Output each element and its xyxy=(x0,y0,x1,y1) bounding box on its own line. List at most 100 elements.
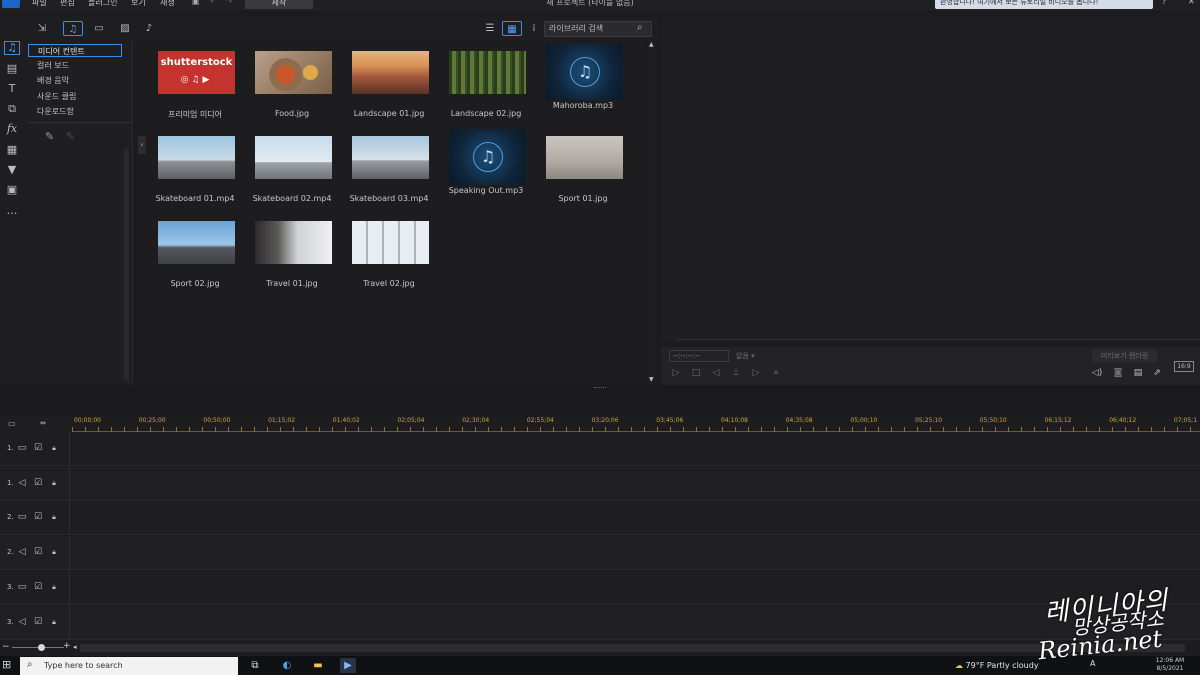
zoom-out-icon[interactable]: − xyxy=(2,642,10,652)
collapse-panel-icon[interactable]: ‹ xyxy=(138,136,146,154)
media-item-skateboard-01[interactable]: Skateboard 01.mp4 xyxy=(155,133,235,213)
title-room-icon[interactable]: T xyxy=(5,83,19,95)
pip-room-icon[interactable]: ▦ xyxy=(5,144,19,156)
lock-icon[interactable]: 🔒︎ xyxy=(49,582,59,592)
fit-timeline-icon[interactable]: ⇹ xyxy=(40,419,46,427)
fast-forward-icon[interactable]: » xyxy=(769,367,783,379)
tutorial-notice[interactable]: 환영합니다! 여기에서 보든 튜토리얼 비디오를 봅니다! xyxy=(935,0,1153,9)
lock-icon[interactable]: 🔒︎ xyxy=(49,512,59,522)
filter-audio-icon[interactable]: ♪ xyxy=(139,21,159,36)
media-item-travel-01[interactable]: Travel 01.jpg xyxy=(252,218,332,298)
small-grid-icon[interactable]: ⁞ xyxy=(524,21,544,36)
media-room-icon[interactable]: ♫ xyxy=(4,41,20,55)
category-sound-clips[interactable]: 사운드 클립 xyxy=(28,90,122,103)
tab-produce[interactable]: 제작 xyxy=(245,0,313,9)
timeline-scrollbar[interactable] xyxy=(80,644,1185,652)
library-search-input[interactable]: 라이브러리 검색 xyxy=(544,21,652,37)
track-enable-checkbox[interactable]: ☑ xyxy=(33,478,43,488)
more-icon[interactable]: … xyxy=(5,205,19,217)
transition-room-icon[interactable]: ⧉ xyxy=(5,103,19,115)
zoom-slider-handle[interactable] xyxy=(38,644,45,651)
fx-room-icon[interactable]: fx xyxy=(5,123,19,135)
timeline-track-2[interactable]: 1. ◁ ☑ 🔒︎ xyxy=(0,466,1200,501)
snapshot-icon[interactable]: ◙ xyxy=(1111,367,1125,379)
powerdirector-taskbar-icon[interactable]: ▶ xyxy=(340,658,356,673)
splitter-grip[interactable] xyxy=(594,387,606,389)
add-tag-icon[interactable]: ✎ xyxy=(45,130,54,143)
media-item-mahoroba[interactable]: ♫ Mahoroba.mp3 xyxy=(543,43,623,123)
track-manager-icon[interactable]: ▭ xyxy=(8,419,16,428)
split-icon[interactable]: ⊥ xyxy=(729,367,743,379)
track-enable-checkbox[interactable]: ☑ xyxy=(33,512,43,522)
media-item-landscape-02[interactable]: Landscape 02.jpg xyxy=(446,48,526,128)
scroll-down-icon[interactable]: ▼ xyxy=(649,376,654,383)
close-icon[interactable]: ✕ xyxy=(1188,0,1195,6)
media-item-skateboard-02[interactable]: Skateboard 02.mp4 xyxy=(252,133,332,213)
import-media-icon[interactable]: ⇲ xyxy=(32,21,52,36)
next-frame-icon[interactable]: ▷ xyxy=(749,367,763,379)
filter-image-icon[interactable]: ▨ xyxy=(115,21,135,36)
media-item-sport-02[interactable]: Sport 02.jpg xyxy=(155,218,235,298)
play-icon[interactable]: ▷ xyxy=(669,367,683,379)
media-item-travel-02[interactable]: Travel 02.jpg xyxy=(349,218,429,298)
aspect-ratio-select[interactable]: 16:9 xyxy=(1174,361,1194,372)
timeline-track-3[interactable]: 2. ▭ ☑ 🔒︎ xyxy=(0,501,1200,536)
grid-view-icon[interactable]: ▦ xyxy=(502,21,522,36)
media-item-landscape-01[interactable]: Landscape 01.jpg xyxy=(349,48,429,128)
category-downloads[interactable]: 다운로드함 xyxy=(28,105,122,118)
scroll-left-icon[interactable]: ◂ xyxy=(73,643,77,651)
search-icon[interactable]: ⌕ xyxy=(637,22,649,34)
scroll-up-icon[interactable]: ▲ xyxy=(649,41,654,48)
preview-scrubber[interactable] xyxy=(677,339,1200,340)
subtitle-room-icon[interactable]: ▣ xyxy=(5,184,19,196)
undock-icon[interactable]: ⇗ xyxy=(1150,367,1164,379)
library-scrollbar[interactable]: ▲ ▼ xyxy=(648,41,656,385)
media-item-speaking-out[interactable]: ♫ Speaking Out.mp3 xyxy=(446,128,526,208)
menu-edit[interactable]: 편집 xyxy=(60,0,75,8)
task-view-icon[interactable]: ⧉ xyxy=(247,658,263,673)
quality-select[interactable]: 없음 ▾ xyxy=(736,350,781,362)
timeline-track-4[interactable]: 2. ◁ ☑ 🔒︎ xyxy=(0,536,1200,571)
menu-plugins[interactable]: 플러그인 xyxy=(88,0,117,8)
subtitle-icon[interactable]: ▤ xyxy=(1131,367,1145,379)
timeline-ruler[interactable]: 00;00;00 00;25;00 00;50;00 01;15;02 01;40;02… xyxy=(72,416,1200,432)
menu-file[interactable]: 파일 xyxy=(32,0,47,8)
category-color-board[interactable]: 컬러 보드 xyxy=(28,59,122,72)
filter-all-media-icon[interactable]: ♫ xyxy=(63,21,83,36)
zoom-in-icon[interactable]: + xyxy=(63,641,71,651)
timeline-track-1[interactable]: 1. ▭ ☑ 🔒︎ xyxy=(0,432,1200,466)
redo-icon[interactable]: ↷ xyxy=(226,0,233,6)
menu-playback[interactable]: 재생 xyxy=(160,0,175,8)
media-item-premium[interactable]: shutterstock ◎♫▶ 프리미엄 미디어 xyxy=(155,48,235,128)
category-media-content[interactable]: 미디어 컨텐트 xyxy=(28,44,122,57)
particle-room-icon[interactable]: ▼ xyxy=(5,164,19,176)
timeline-track-6[interactable]: 3. ◁ ☑ 🔒︎ xyxy=(0,605,1200,640)
category-scrollbar[interactable] xyxy=(124,149,129,381)
help-icon[interactable]: ? xyxy=(1162,0,1166,6)
media-item-food[interactable]: Food.jpg xyxy=(252,48,332,128)
previous-frame-icon[interactable]: ◁ xyxy=(709,367,723,379)
media-item-skateboard-03[interactable]: Skateboard 03.mp4 xyxy=(349,133,429,213)
lock-icon[interactable]: 🔒︎ xyxy=(49,617,59,627)
list-view-icon[interactable]: ☰ xyxy=(480,21,500,36)
color-board-icon[interactable]: ▤ xyxy=(5,63,19,75)
remove-tag-icon[interactable]: ✎ xyxy=(66,130,75,143)
windows-start-icon[interactable]: ⊞ xyxy=(2,659,14,671)
taskbar-search-input[interactable]: Type here to search xyxy=(20,657,238,675)
volume-icon[interactable]: ◁) xyxy=(1090,367,1104,379)
track-enable-checkbox[interactable]: ☑ xyxy=(33,547,43,557)
undo-icon[interactable]: ↶ xyxy=(210,0,217,6)
lock-icon[interactable]: 🔒︎ xyxy=(49,478,59,488)
track-enable-checkbox[interactable]: ☑ xyxy=(33,617,43,627)
track-enable-checkbox[interactable]: ☑ xyxy=(33,582,43,592)
lock-icon[interactable]: 🔒︎ xyxy=(49,443,59,453)
media-item-sport-01[interactable]: Sport 01.jpg xyxy=(543,133,623,213)
stop-icon[interactable]: □ xyxy=(689,367,703,379)
timeline-track-5[interactable]: 3. ▭ ☑ 🔒︎ xyxy=(0,570,1200,605)
track-enable-checkbox[interactable]: ☑ xyxy=(33,443,43,453)
panel-splitter[interactable] xyxy=(0,385,1200,416)
file-explorer-icon[interactable]: ▬ xyxy=(310,658,326,673)
lock-icon[interactable]: 🔒︎ xyxy=(49,547,59,557)
save-icon[interactable]: ▣ xyxy=(192,0,200,6)
preview-render-button[interactable]: 미리보기 렌더링 xyxy=(1092,350,1157,362)
